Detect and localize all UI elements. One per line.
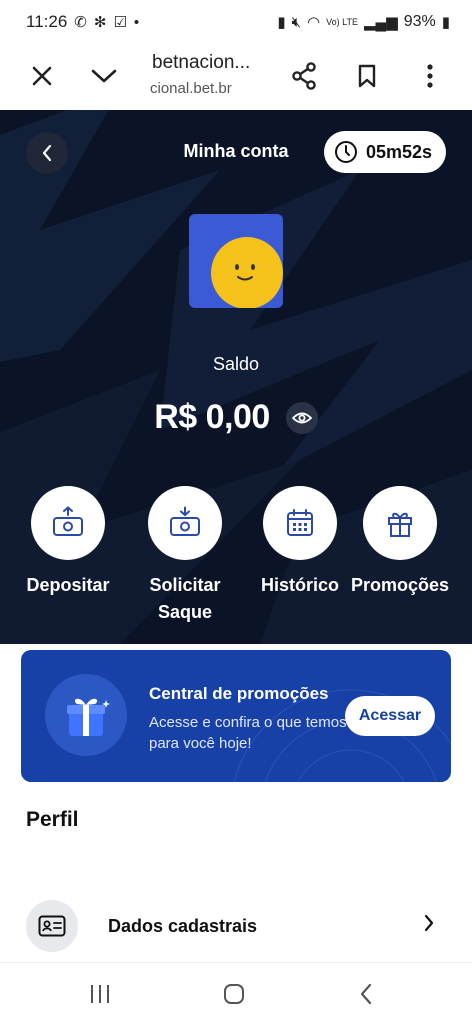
profile-section-title: Perfil [26,808,79,831]
battery-icon: ▮ [441,13,450,31]
promotions-banner[interactable]: Central de promoções Acesse e confira o … [21,650,451,782]
promotions-button[interactable] [363,486,437,560]
whatsapp-icon: ✆ [74,13,87,31]
checkbox-icon: ☑ [113,13,127,31]
page-url-title[interactable]: betnacion... [152,52,250,74]
browser-toolbar: betnacion... cional.bet.br [0,44,472,108]
withdraw-icon [170,506,200,536]
deposit-action[interactable]: Depositar [8,486,128,599]
bookmark-button[interactable] [345,54,389,98]
status-bar: 11:26 ✆ ✻ ☑ • ▮ 🔇︎ ◠ Vo) LTE ▂▄▆ 93% ▮ [0,0,472,44]
chevron-right-icon [424,914,434,937]
battery-saver-icon: ▮ [277,13,286,31]
id-card-icon [26,900,78,952]
profile-item-personal-data[interactable]: Dados cadastrais [0,894,472,958]
session-timer: 05m52s [323,131,446,173]
minimize-button[interactable] [82,54,126,98]
access-promotions-button[interactable]: Acessar [345,696,435,736]
status-time: 11:26 [26,12,68,31]
home-button[interactable] [214,977,254,1011]
smiley-avatar-icon [211,237,283,309]
history-button[interactable] [263,486,337,560]
profile-item-label: Dados cadastrais [108,916,258,936]
dot-icon: • [133,13,140,31]
deposit-button[interactable] [31,486,105,560]
recent-apps-icon [91,985,109,1003]
chevron-down-icon [91,69,117,83]
network-label: Vo) LTE [326,16,358,27]
wifi-icon: ◠ [307,13,321,31]
balance-value: R$ 0,00 [154,398,270,436]
system-back-button[interactable] [346,977,386,1011]
promo-gift-badge [45,674,127,756]
deposit-label: Depositar [26,575,110,595]
promo-subtitle: Acesse e confira o que temos para você h… [149,714,347,752]
gift-icon [388,512,412,537]
page-url-host[interactable]: cional.bet.br [150,80,232,97]
more-options-button[interactable] [408,54,452,98]
close-icon [32,66,52,86]
avatar[interactable] [189,214,283,309]
back-arrow-icon [360,983,372,1005]
recent-apps-button[interactable] [80,977,120,1011]
gift-box-icon [67,698,110,736]
balance-label: Saldo [212,354,260,374]
close-tab-button[interactable] [20,54,64,98]
promotions-action[interactable]: Promoções [340,486,460,599]
clock-icon [334,141,357,163]
mute-icon: 🔇︎ [291,13,302,31]
eye-icon [291,412,312,423]
more-vertical-icon [427,64,433,88]
deposit-icon [53,506,83,536]
share-icon [292,62,316,90]
bookmark-icon [358,64,376,88]
timer-value: 05m52s [365,141,432,162]
withdraw-action[interactable]: Solicitar Saque [125,486,245,626]
toggle-balance-button[interactable] [285,401,318,434]
promo-title: Central de promoções [149,684,329,703]
pinwheel-icon: ✻ [93,13,107,31]
withdraw-button[interactable] [148,486,222,560]
home-icon [224,984,244,1004]
system-navigation-bar [0,962,472,1024]
calendar-icon [287,509,313,536]
signal-icon: ▂▄▆ [364,13,398,31]
withdraw-label: Solicitar Saque [149,575,221,622]
promotions-label: Promoções [350,575,450,595]
share-button[interactable] [282,54,326,98]
battery-percent: 93% [403,13,436,30]
account-header: Minha conta 05m52s Saldo R$ 0,00 Deposit… [0,110,472,644]
